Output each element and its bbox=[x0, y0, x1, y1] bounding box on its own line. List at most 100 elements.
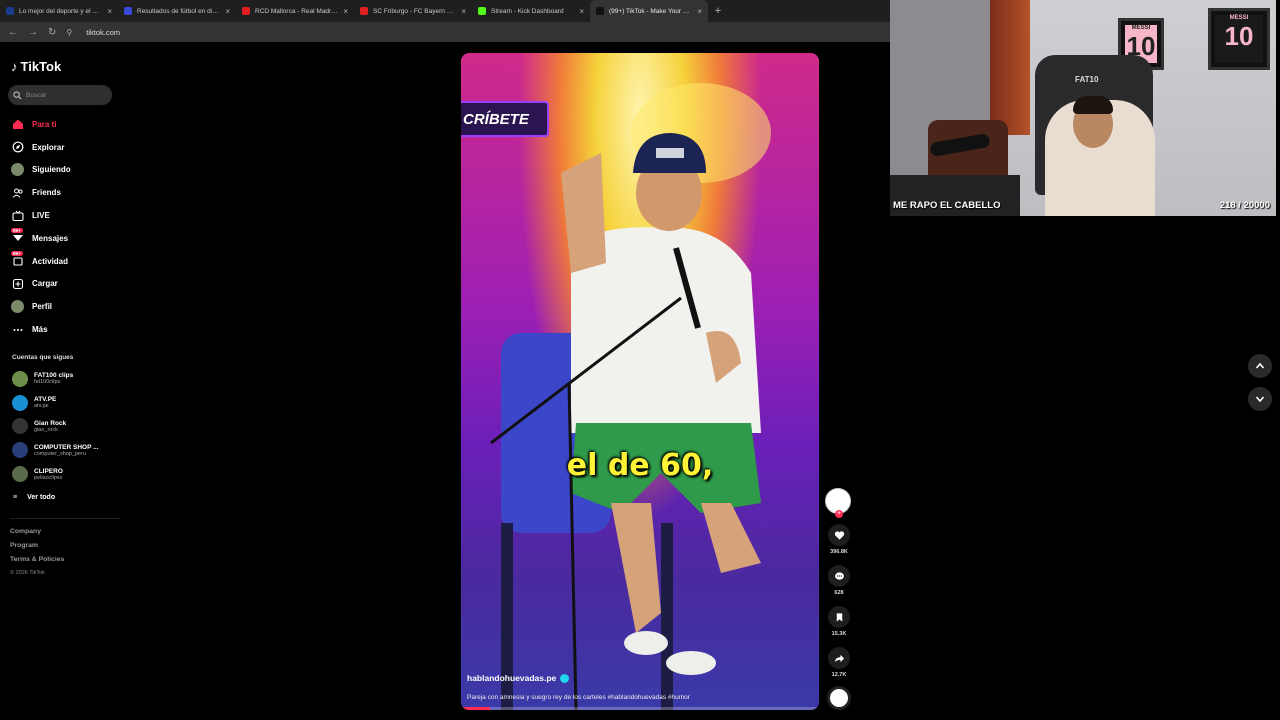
account-name: FAT100 clips bbox=[34, 372, 74, 380]
progress-fill bbox=[461, 707, 490, 710]
search-input[interactable] bbox=[26, 91, 106, 99]
browser-tab[interactable]: RCD Mallorca - Real Madrid Fútb × bbox=[236, 0, 354, 22]
sidebar-item-perfil[interactable]: Perfil bbox=[10, 295, 71, 318]
url-text[interactable]: tiktok.com bbox=[86, 28, 120, 37]
account-avatar bbox=[12, 394, 28, 411]
account-handle: peliaoclipsx bbox=[34, 474, 63, 481]
browser-tab[interactable]: Stream - Kick Dashboard × bbox=[472, 0, 590, 22]
tab-favicon-icon bbox=[6, 7, 14, 15]
sidebar-item-label: Siguiendo bbox=[32, 165, 71, 175]
tab-title: SC Friburgo - FC Bayern Munich bbox=[373, 7, 456, 15]
sidebar-item-label: Más bbox=[32, 325, 48, 335]
browser-tab[interactable]: Resultados de fútbol en directo × bbox=[118, 0, 236, 22]
browser-tab[interactable]: Lo mejor del deporte y el entre × bbox=[0, 0, 118, 22]
address-bar: ← → ↻ ⚲ tiktok.com bbox=[0, 22, 890, 42]
share-count: 12.7K bbox=[831, 672, 847, 678]
see-all-link[interactable]: ≡ Ver todo bbox=[13, 494, 55, 501]
close-tab-icon[interactable]: × bbox=[343, 7, 348, 16]
account-avatar bbox=[12, 418, 28, 435]
sidebar-item-label: Perfil bbox=[32, 302, 53, 312]
back-icon[interactable]: ← bbox=[8, 27, 18, 38]
verified-icon bbox=[560, 673, 570, 683]
author-name[interactable]: hablandohuevadas.pe bbox=[467, 673, 556, 683]
like-action[interactable]: 396.8K bbox=[825, 524, 853, 555]
video-progress-bar[interactable] bbox=[461, 707, 819, 710]
sidebar-item-explorar[interactable]: Explorar bbox=[10, 136, 71, 159]
reload-icon[interactable]: ↻ bbox=[48, 27, 56, 38]
previous-video-button[interactable] bbox=[1248, 354, 1272, 378]
tiktok-logo-icon: ♪ bbox=[11, 59, 18, 74]
divider bbox=[10, 518, 120, 519]
list-icon: ≡ bbox=[13, 494, 18, 501]
activity-icon bbox=[12, 255, 24, 267]
save-action[interactable]: 15.3K bbox=[825, 606, 853, 637]
account-avatar bbox=[12, 466, 28, 483]
sidebar-item-label: Mensajes bbox=[32, 233, 69, 243]
bookmark-icon bbox=[836, 612, 842, 622]
browser-tab[interactable]: SC Friburgo - FC Bayern Munich × bbox=[354, 0, 472, 22]
notification-badge: 99+ bbox=[11, 227, 23, 233]
forward-icon[interactable]: → bbox=[28, 27, 38, 38]
tiktok-logo[interactable]: ♪ TikTok bbox=[11, 59, 61, 74]
footer-links: Company Program Terms & Policies © 2026 … bbox=[10, 528, 64, 584]
footer-link-terms[interactable]: Terms & Policies bbox=[10, 556, 64, 570]
chair-tag: FAT10 bbox=[1075, 75, 1099, 84]
sidebar-item-siguiendo[interactable]: Siguiendo bbox=[10, 159, 71, 182]
video-author[interactable]: hablandohuevadas.pe bbox=[467, 673, 570, 683]
creator-avatar[interactable]: + bbox=[825, 488, 851, 518]
music-disc-icon[interactable] bbox=[827, 686, 851, 710]
video-description: Pareja con amnesia y suegro rey de los c… bbox=[467, 694, 690, 701]
like-count: 396.8K bbox=[830, 549, 848, 555]
video-player[interactable]: CRÍBETE el de 60, hablandohuevadas.pe Pa… bbox=[461, 53, 819, 710]
new-tab-button[interactable]: + bbox=[708, 0, 728, 22]
account-name: COMPUTER SHOP ... bbox=[34, 443, 99, 451]
sidebar-item-actividad[interactable]: 99+ Actividad bbox=[10, 250, 71, 273]
sidebar-item-cargar[interactable]: Cargar bbox=[10, 273, 71, 296]
upload-icon bbox=[12, 278, 24, 290]
followed-account[interactable]: COMPUTER SHOP ... computer_shop_peru bbox=[12, 438, 99, 462]
action-bar: + 396.8K 628 15.3K 12.7K bbox=[825, 488, 853, 710]
sidebar-item-más[interactable]: Más bbox=[10, 318, 71, 341]
sidebar-item-live[interactable]: LIVE bbox=[10, 204, 71, 227]
followed-account[interactable]: FAT100 clips fat100clips bbox=[12, 367, 99, 391]
browser-tab[interactable]: (99+) TikTok - Make Your Day × bbox=[590, 0, 708, 22]
following-accounts-title: Cuentas que sigues bbox=[12, 354, 74, 361]
footer-link-company[interactable]: Company bbox=[10, 528, 64, 542]
site-info-icon[interactable]: ⚲ bbox=[66, 28, 72, 37]
sidebar-item-friends[interactable]: Friends bbox=[10, 181, 71, 204]
close-tab-icon[interactable]: × bbox=[225, 7, 230, 16]
see-all-label: Ver todo bbox=[27, 494, 56, 501]
sidebar-item-label: LIVE bbox=[32, 211, 50, 221]
tab-title: Stream - Kick Dashboard bbox=[491, 7, 564, 15]
webcam-door bbox=[990, 0, 1030, 135]
logo-text: TikTok bbox=[20, 59, 62, 74]
next-video-button[interactable] bbox=[1248, 387, 1272, 411]
account-name: ATV.PE bbox=[34, 396, 57, 404]
tab-title: RCD Mallorca - Real Madrid Fútb bbox=[255, 7, 338, 15]
followed-account[interactable]: ATV.PE atv.pe bbox=[12, 391, 99, 415]
close-tab-icon[interactable]: × bbox=[107, 7, 112, 16]
search-box[interactable] bbox=[8, 85, 112, 105]
close-tab-icon[interactable]: × bbox=[697, 7, 702, 16]
sidebar-item-para-ti[interactable]: Para ti bbox=[10, 113, 71, 136]
followed-account[interactable]: CLIPERO peliaoclipsx bbox=[12, 462, 99, 486]
heart-icon bbox=[834, 530, 844, 540]
stream-goal-title: ME RAPO EL CABELLO bbox=[893, 200, 1001, 211]
sidebar-item-label: Explorar bbox=[32, 142, 65, 152]
more-icon bbox=[12, 324, 24, 336]
follow-plus-icon[interactable]: + bbox=[835, 510, 843, 518]
account-name: Gian Rock bbox=[34, 419, 67, 427]
comment-action[interactable]: 628 bbox=[825, 565, 853, 596]
close-tab-icon[interactable]: × bbox=[579, 7, 584, 16]
tab-title: Lo mejor del deporte y el entre bbox=[19, 7, 103, 15]
sidebar-item-label: Friends bbox=[32, 188, 61, 198]
footer-link-program[interactable]: Program bbox=[10, 542, 64, 556]
sidebar-item-label: Para ti bbox=[32, 119, 57, 129]
messi-poster-large: MESSI 10 bbox=[1208, 8, 1270, 70]
sidebar-item-mensajes[interactable]: 99+ Mensajes bbox=[10, 227, 71, 250]
share-action[interactable]: 12.7K bbox=[825, 647, 853, 678]
close-tab-icon[interactable]: × bbox=[461, 7, 466, 16]
comment-icon bbox=[834, 571, 844, 580]
sidebar: ♪ TikTok Para ti Explorar Siguiendo Friends… bbox=[0, 46, 122, 720]
followed-account[interactable]: Gian Rock gian_rock bbox=[12, 415, 99, 439]
